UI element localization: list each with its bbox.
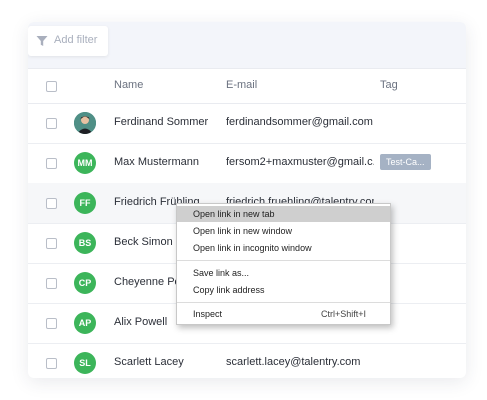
filter-bar: Add filter xyxy=(28,22,466,68)
row-checkbox[interactable] xyxy=(46,318,57,329)
menu-item-open-new-tab[interactable]: Open link in new tab xyxy=(177,206,390,222)
avatar: FF xyxy=(74,192,96,214)
table-header: Name E-mail Tag xyxy=(28,68,466,104)
menu-item-save-link-as[interactable]: Save link as... xyxy=(177,265,390,281)
menu-item-label: Inspect xyxy=(193,309,223,319)
avatar: CP xyxy=(74,272,96,294)
row-checkbox[interactable] xyxy=(46,158,57,169)
column-header-name[interactable]: Name xyxy=(114,79,143,91)
avatar: MM xyxy=(74,152,96,174)
menu-separator xyxy=(177,260,390,261)
user-photo xyxy=(74,112,96,134)
contact-name[interactable]: Beck Simon xyxy=(114,236,173,248)
avatar: BS xyxy=(74,232,96,254)
menu-item-open-new-window[interactable]: Open link in new window xyxy=(177,223,390,239)
contact-name[interactable]: Max Mustermann xyxy=(114,156,199,168)
funnel-icon xyxy=(36,36,48,46)
add-filter-button[interactable]: Add filter xyxy=(28,26,108,56)
tag-badge[interactable]: Test-Ca... xyxy=(380,154,431,170)
contact-name[interactable]: Alix Powell xyxy=(114,316,167,328)
contact-email: scarlett.lacey@talentry.com xyxy=(226,356,361,368)
avatar: SL xyxy=(74,352,96,374)
column-header-tag[interactable]: Tag xyxy=(380,79,398,91)
row-checkbox[interactable] xyxy=(46,118,57,129)
menu-item-label: Open link in new tab xyxy=(193,209,275,219)
menu-item-label: Copy link address xyxy=(193,285,265,295)
row-checkbox[interactable] xyxy=(46,198,57,209)
context-menu: Open link in new tab Open link in new wi… xyxy=(176,203,391,325)
contact-name[interactable]: Scarlett Lacey xyxy=(114,356,184,368)
add-filter-label: Add filter xyxy=(54,34,98,46)
menu-item-label: Open link in incognito window xyxy=(193,243,312,253)
menu-item-copy-link-address[interactable]: Copy link address xyxy=(177,282,390,298)
table-row[interactable]: MM Max Mustermann fersom2+maxmuster@gmai… xyxy=(28,143,466,184)
column-header-email[interactable]: E-mail xyxy=(226,79,257,91)
contact-email: fersom2+maxmuster@gmail.c... xyxy=(226,156,374,168)
avatar xyxy=(74,112,96,134)
menu-item-inspect[interactable]: Inspect Ctrl+Shift+I xyxy=(177,306,390,322)
menu-item-open-incognito[interactable]: Open link in incognito window xyxy=(177,240,390,256)
menu-item-label: Open link in new window xyxy=(193,226,293,236)
row-checkbox[interactable] xyxy=(46,238,57,249)
table-row[interactable]: SL Scarlett Lacey scarlett.lacey@talentr… xyxy=(28,343,466,378)
avatar: AP xyxy=(74,312,96,334)
menu-separator xyxy=(177,302,390,303)
table-row[interactable]: Ferdinand Sommer ferdinandsommer@gmail.c… xyxy=(28,103,466,144)
row-checkbox[interactable] xyxy=(46,278,57,289)
menu-item-label: Save link as... xyxy=(193,268,250,278)
select-all-checkbox[interactable] xyxy=(46,81,57,92)
row-checkbox[interactable] xyxy=(46,358,57,369)
contact-email: ferdinandsommer@gmail.com xyxy=(226,116,373,128)
contact-name[interactable]: Ferdinand Sommer xyxy=(114,116,208,128)
menu-item-shortcut: Ctrl+Shift+I xyxy=(320,309,366,319)
